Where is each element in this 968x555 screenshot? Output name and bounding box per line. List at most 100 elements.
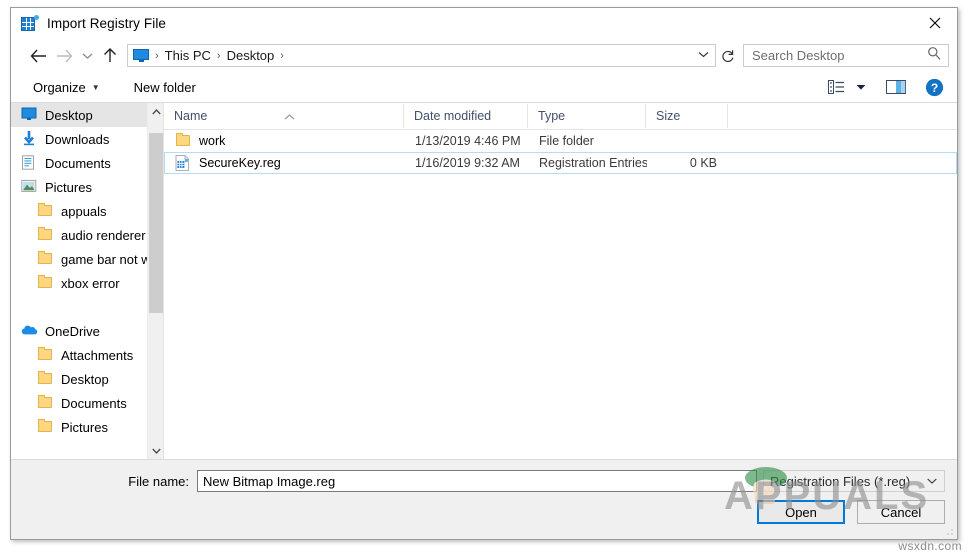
- column-header-label: Type: [538, 109, 566, 123]
- column-header-date-modified[interactable]: Date modified: [404, 104, 528, 128]
- wsxdn-watermark: wsxdn.com: [898, 539, 962, 553]
- documents-icon: [21, 155, 38, 171]
- scroll-down-icon: [151, 448, 161, 454]
- command-bar-right: ?: [823, 75, 947, 99]
- sidebar-item-desktop[interactable]: Desktop: [11, 103, 163, 127]
- navigation-pane[interactable]: Desktop Downloads Documents Pictures appuals…: [11, 103, 163, 459]
- up-button[interactable]: [97, 43, 123, 69]
- sidebar-item-audio-renderer-e[interactable]: audio renderer e: [11, 223, 163, 247]
- file-type-filter[interactable]: Registration Files (*.reg): [763, 470, 945, 492]
- filename-label: File name:: [128, 473, 189, 489]
- folder-icon: [37, 203, 54, 219]
- chevron-down-icon: ▼: [91, 82, 100, 92]
- column-header-label: Size: [656, 109, 681, 123]
- command-bar: Organize ▼ New folder ?: [11, 72, 957, 103]
- refresh-button[interactable]: [716, 44, 740, 67]
- cancel-button[interactable]: Cancel: [857, 500, 945, 524]
- address-bar[interactable]: › This PC › Desktop ›: [127, 44, 716, 67]
- sidebar-spacer: [11, 295, 163, 319]
- address-dropdown-icon[interactable]: [698, 50, 709, 61]
- import-registry-file-dialog: Import Registry File › This PC › Desktop…: [10, 7, 958, 540]
- spacer-icon: [21, 443, 38, 459]
- registry-icon: [21, 15, 39, 32]
- column-header-type[interactable]: Type: [528, 104, 646, 128]
- view-options-button[interactable]: [823, 75, 849, 99]
- resize-grip-icon[interactable]: [942, 524, 954, 536]
- file-name-cell: SecureKey.reg: [165, 155, 405, 171]
- help-button[interactable]: ?: [921, 75, 947, 99]
- folder-icon: [37, 395, 54, 411]
- sidebar-item-documents[interactable]: Documents: [11, 151, 163, 175]
- file-list-pane[interactable]: Name Date modified Type Size work 1/13/2019 …: [163, 103, 957, 459]
- folder-icon: [175, 133, 191, 149]
- organize-button[interactable]: Organize ▼: [29, 75, 104, 99]
- column-header-size[interactable]: Size: [646, 104, 728, 128]
- back-button[interactable]: [25, 43, 51, 69]
- scroll-down-button[interactable]: [148, 442, 163, 459]
- sidebar-item-onedrive[interactable]: OneDrive: [11, 319, 163, 343]
- breadcrumb-this-pc[interactable]: This PC: [165, 48, 211, 63]
- sidebar-spacer: [11, 439, 163, 459]
- file-rows: work 1/13/2019 4:46 PM File folder SecureKe…: [164, 130, 957, 459]
- onedrive-icon: [21, 323, 38, 339]
- folder-icon: [37, 347, 54, 363]
- chevron-down-icon: [856, 84, 866, 90]
- date-modified-cell: 1/13/2019 4:46 PM: [415, 134, 521, 148]
- sidebar-item-pictures[interactable]: Pictures: [11, 175, 163, 199]
- sidebar-item-downloads[interactable]: Downloads: [11, 127, 163, 151]
- sidebar-item-attachments[interactable]: Attachments: [11, 343, 163, 367]
- sidebar-item-desktop[interactable]: Desktop: [11, 367, 163, 391]
- sidebar-item-xbox-error[interactable]: xbox error: [11, 271, 163, 295]
- navigation-bar: › This PC › Desktop › Search Desktop: [11, 39, 957, 72]
- breadcrumb-desktop[interactable]: Desktop: [227, 48, 275, 63]
- sidebar-item-game-bar-not-wo[interactable]: game bar not wo: [11, 247, 163, 271]
- type-cell: Registration Entries: [539, 156, 647, 170]
- date-modified-cell: 1/16/2019 9:32 AM: [415, 156, 520, 170]
- open-button[interactable]: Open: [757, 500, 845, 524]
- search-input[interactable]: Search Desktop: [752, 48, 927, 63]
- table-row[interactable]: SecureKey.reg 1/16/2019 9:32 AM Registrati…: [164, 152, 957, 174]
- preview-pane-button[interactable]: [883, 75, 909, 99]
- this-pc-icon: [133, 49, 149, 62]
- forward-button[interactable]: [51, 43, 77, 69]
- folder-icon: [37, 371, 54, 387]
- sidebar-item-label: Desktop: [61, 371, 109, 387]
- sidebar-item-appuals[interactable]: appuals: [11, 199, 163, 223]
- search-box[interactable]: Search Desktop: [743, 44, 949, 67]
- search-icon: [927, 46, 941, 65]
- up-arrow-icon: [104, 48, 116, 62]
- sidebar-item-label: xbox error: [61, 275, 120, 291]
- dialog-buttons: Open Cancel: [757, 500, 945, 524]
- folder-icon: [37, 251, 54, 267]
- table-row[interactable]: work 1/13/2019 4:46 PM File folder: [164, 130, 957, 152]
- pictures-icon: [21, 179, 38, 195]
- sidebar-item-pictures[interactable]: Pictures: [11, 415, 163, 439]
- sort-ascending-icon: [284, 105, 295, 128]
- downloads-icon: [21, 131, 38, 147]
- dialog-body: Desktop Downloads Documents Pictures appuals…: [11, 103, 957, 460]
- view-options-dropdown[interactable]: [853, 75, 869, 99]
- folder-icon: [37, 275, 54, 291]
- forward-arrow-icon: [56, 49, 72, 62]
- filename-row: File name: New Bitmap Image.reg Registra…: [11, 470, 957, 492]
- navigation-pane-scrollbar[interactable]: [147, 103, 163, 459]
- filename-input[interactable]: New Bitmap Image.reg: [197, 470, 757, 492]
- file-name-label: SecureKey.reg: [199, 156, 281, 170]
- recent-locations-button[interactable]: [77, 43, 97, 69]
- title-bar: Import Registry File: [11, 8, 957, 39]
- column-header-name[interactable]: Name: [164, 104, 404, 128]
- breadcrumb-separator-0: ›: [155, 49, 159, 62]
- close-button[interactable]: [912, 8, 957, 38]
- folder-icon: [37, 419, 54, 435]
- sidebar-item-label: Pictures: [61, 419, 108, 435]
- scrollbar-thumb[interactable]: [149, 133, 163, 313]
- chevron-down-icon: [927, 476, 937, 486]
- size-cell: 0 KB: [689, 156, 717, 170]
- scroll-up-button[interactable]: [148, 103, 163, 120]
- column-header-label: Name: [174, 109, 208, 123]
- scroll-up-icon: [151, 108, 161, 114]
- sidebar-item-documents[interactable]: Documents: [11, 391, 163, 415]
- dialog-footer: File name: New Bitmap Image.reg Registra…: [11, 460, 957, 539]
- file-name-label: work: [199, 134, 226, 148]
- new-folder-button[interactable]: New folder: [130, 75, 200, 99]
